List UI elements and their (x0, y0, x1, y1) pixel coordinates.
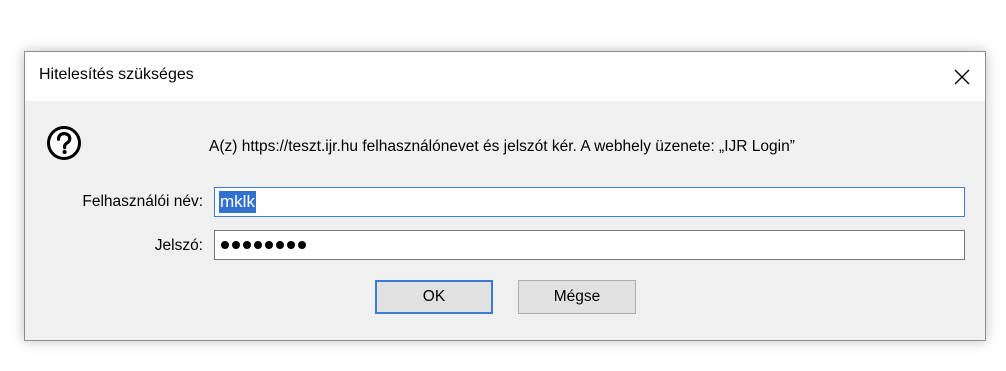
password-dot (221, 241, 229, 249)
username-label: Felhasználói név: (82, 193, 203, 210)
password-label: Jelszó: (154, 237, 203, 254)
password-dot (276, 241, 284, 249)
auth-dialog: Hitelesítés szükséges A(z) https://teszt… (24, 51, 986, 341)
password-mask (221, 241, 306, 249)
dialog-titlebar: Hitelesítés szükséges (25, 52, 985, 101)
dialog-title: Hitelesítés szükséges (39, 66, 194, 83)
help-icon (47, 126, 81, 160)
password-input[interactable] (214, 230, 965, 260)
auth-message: A(z) https://teszt.ijr.hu felhasználónev… (209, 138, 795, 155)
password-dot (254, 241, 262, 249)
username-input[interactable]: mklk (214, 187, 965, 217)
close-icon (954, 69, 970, 84)
password-dot (298, 241, 306, 249)
username-value: mklk (219, 191, 256, 213)
password-dot (287, 241, 295, 249)
ok-button[interactable]: OK (375, 280, 493, 314)
close-button[interactable] (939, 52, 985, 101)
password-dot (265, 241, 273, 249)
password-dot (243, 241, 251, 249)
password-dot (232, 241, 240, 249)
cancel-button[interactable]: Mégse (518, 280, 636, 314)
